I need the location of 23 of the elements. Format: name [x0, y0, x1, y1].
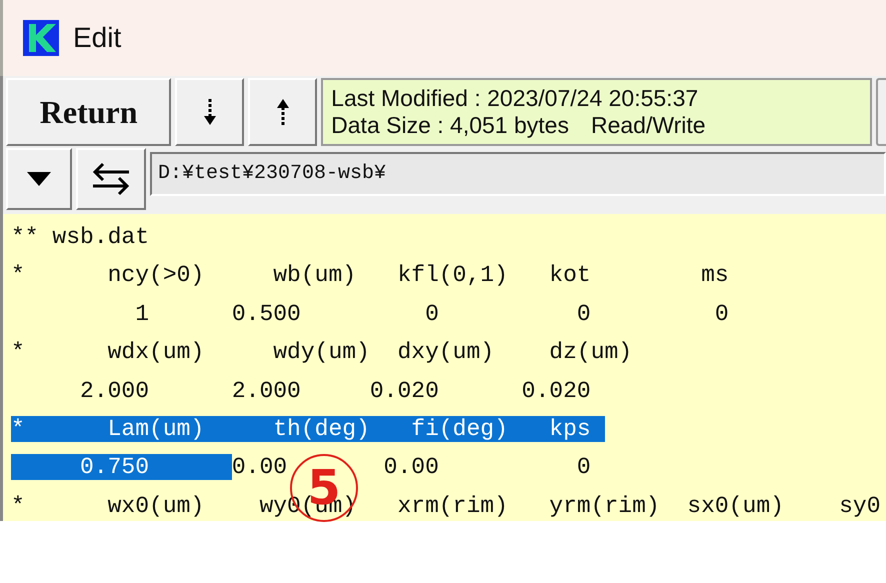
access-mode-text: Read/Write	[590, 112, 706, 139]
code-text: 1 0.500 0 0 0	[134, 300, 729, 327]
swap-arrows-icon	[91, 162, 131, 196]
code-text: * ncy(>0) wb(um) kfl(0,1) kot ms	[11, 262, 729, 288]
path-field[interactable]: D:¥test¥230708-wsb¥	[150, 152, 886, 196]
text-editor[interactable]	[0, 214, 886, 521]
code-text: * Lam(um) th(deg) fi(deg) kps	[11, 416, 604, 442]
dotted-up-arrow-icon	[274, 97, 291, 127]
window-title: Edit	[73, 22, 122, 54]
code-text: 2.000 2.000 0.020 0.020	[79, 378, 591, 404]
swap-button[interactable]	[76, 148, 146, 210]
dotted-down-arrow-icon	[202, 97, 218, 127]
data-size-text: Data Size : 4,051 bytes	[331, 112, 569, 139]
code-text: ** wsb.dat	[11, 224, 150, 250]
code-text: 0.750	[11, 454, 232, 480]
last-modified-text: Last Modified : 2023/07/24 20:55:37	[331, 85, 700, 112]
move-down-button[interactable]	[175, 78, 244, 146]
dropdown-button[interactable]	[6, 148, 72, 210]
return-button[interactable]: Return	[6, 78, 172, 146]
code-text: * wdx(um) wdy(um) dxy(um) dz(um)	[11, 339, 632, 366]
down-triangle-icon	[27, 172, 51, 186]
app-logo-icon	[23, 20, 59, 56]
move-up-button[interactable]	[248, 78, 318, 146]
